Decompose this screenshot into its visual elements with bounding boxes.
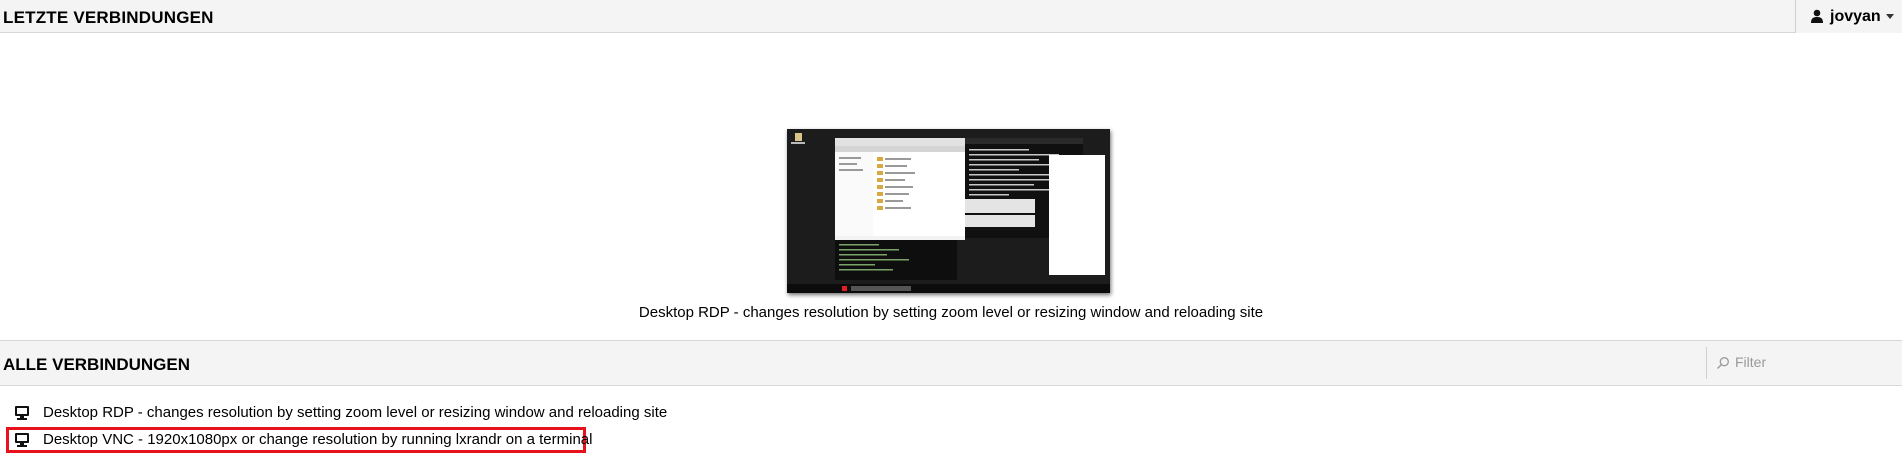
page-title: LETZTE VERBINDUNGEN [3,8,214,27]
desktop-screenshot-preview [787,129,1110,293]
connection-label: Desktop VNC - 1920x1080px or change reso… [43,431,593,448]
chevron-down-icon [1886,14,1894,19]
user-name: jovyan [1830,8,1881,25]
recent-connection-label[interactable]: Desktop RDP - changes resolution by sett… [0,304,1902,321]
desktop-icon [15,433,29,447]
user-icon [1811,9,1823,23]
connection-item-desktop-vnc[interactable]: Desktop VNC - 1920x1080px or change reso… [6,427,592,453]
top-header: LETZTE VERBINDUNGEN jovyan [0,0,1902,33]
section-title: ALLE VERBINDUNGEN [3,355,191,374]
connection-label: Desktop RDP - changes resolution by sett… [43,404,668,421]
all-connections-header: ALLE VERBINDUNGEN [0,340,1902,386]
recent-connections: Desktop RDP - changes resolution by sett… [0,34,1902,340]
filter-box [1706,347,1902,379]
search-icon [1717,357,1729,369]
user-menu[interactable]: jovyan [1795,0,1902,33]
recent-connection-thumbnail[interactable] [787,129,1110,293]
filter-input[interactable] [1735,351,1895,373]
desktop-icon [15,406,29,420]
